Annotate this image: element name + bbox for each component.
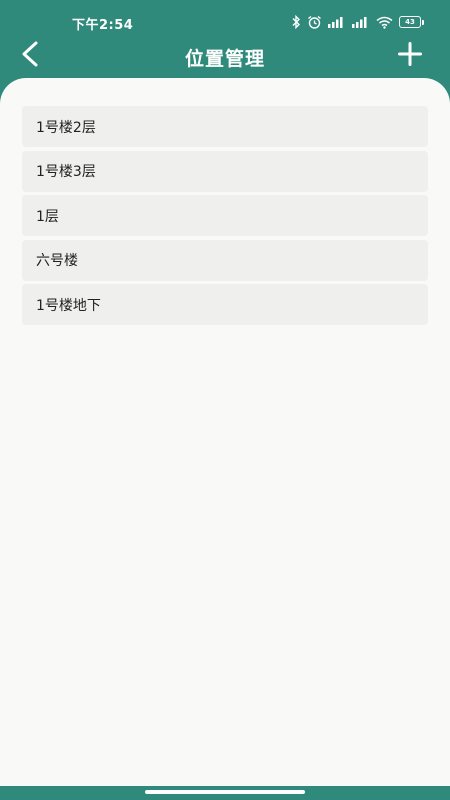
content-panel: 1号楼2层 1号楼3层 1层 六号楼 1号楼地下 (0, 78, 450, 786)
add-location-button[interactable] (394, 40, 426, 72)
location-list: 1号楼2层 1号楼3层 1层 六号楼 1号楼地下 (22, 106, 428, 329)
battery-icon: 43 (399, 16, 424, 28)
location-item[interactable]: 1号楼地下 (22, 284, 428, 326)
wifi-icon (376, 16, 393, 29)
signal-icon (352, 16, 370, 28)
bluetooth-icon (292, 15, 301, 29)
signal-icon (328, 16, 346, 28)
battery-tip (422, 19, 424, 25)
status-time: 下午2:54 (72, 18, 134, 33)
home-indicator[interactable] (145, 790, 305, 794)
location-label: 1层 (36, 208, 59, 225)
location-label: 1号楼地下 (36, 297, 101, 314)
location-item[interactable]: 1号楼2层 (22, 106, 428, 147)
status-icons: 43 (292, 14, 424, 30)
page-title: 位置管理 (184, 48, 265, 70)
plus-icon (398, 42, 422, 70)
location-label: 六号楼 (36, 253, 78, 270)
navigation-bar (0, 786, 450, 800)
location-item[interactable]: 1层 (22, 195, 428, 237)
location-item[interactable]: 六号楼 (22, 239, 428, 281)
location-label: 1号楼3层 (36, 164, 96, 181)
location-item[interactable]: 1号楼3层 (22, 150, 428, 192)
alarm-icon (307, 15, 322, 29)
location-label: 1号楼2层 (36, 119, 96, 136)
battery-level: 43 (399, 16, 421, 28)
app-header: 位置管理 (0, 36, 450, 76)
